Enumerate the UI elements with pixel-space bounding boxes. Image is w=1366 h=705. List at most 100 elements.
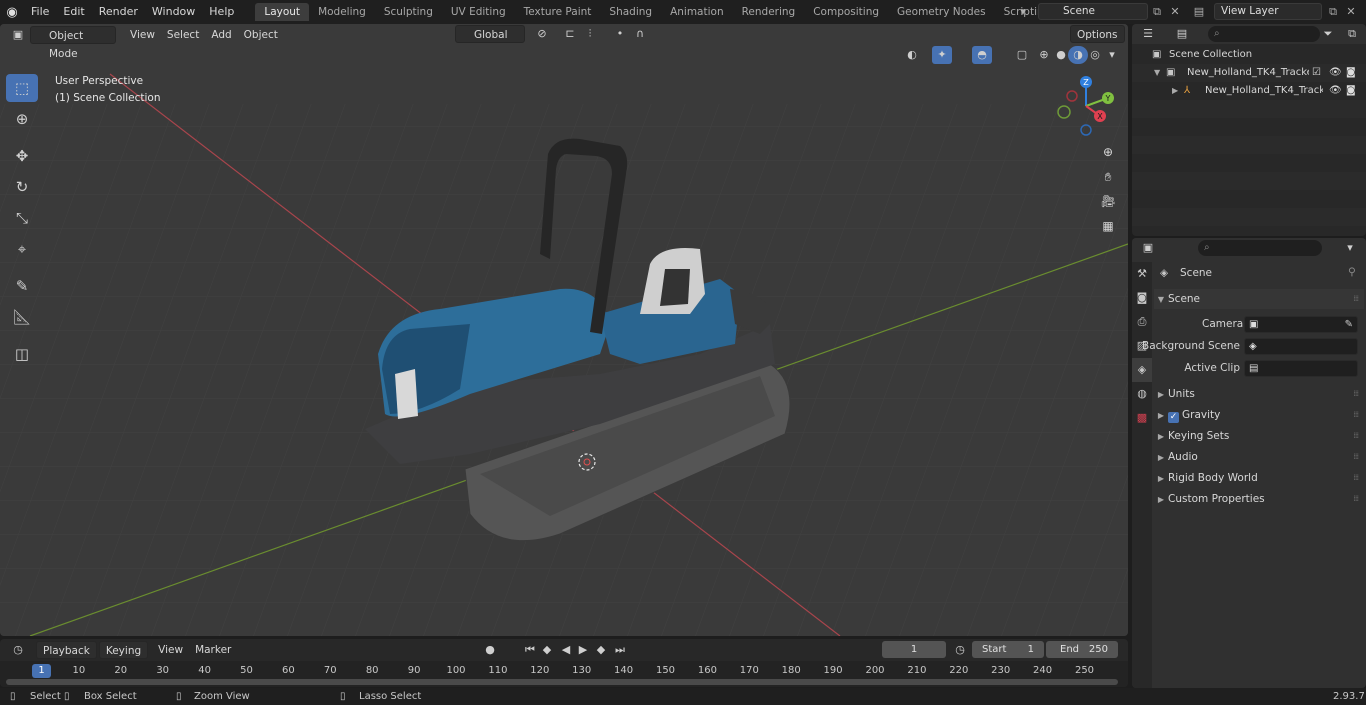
tab-layout[interactable]: Layout bbox=[255, 3, 310, 21]
tab-shading[interactable]: Shading bbox=[600, 3, 661, 21]
scene-selector-icon[interactable]: ▾ bbox=[1014, 3, 1032, 20]
visibility-eye-icon[interactable]: 👁︎ bbox=[1329, 64, 1342, 82]
custom-properties-grip-icon[interactable]: ⁞⁞⁞ bbox=[1353, 489, 1359, 509]
options-dropdown[interactable]: Options bbox=[1070, 25, 1125, 43]
snap-target-icon[interactable]: ⫶ bbox=[580, 25, 600, 43]
render-tab-icon[interactable]: ◙ bbox=[1132, 286, 1152, 310]
pivot-point-icon[interactable]: ⊘ bbox=[532, 25, 552, 43]
3d-viewport[interactable]: ▣ Object Mode View Select Add Object Glo… bbox=[0, 24, 1128, 636]
tab-modeling[interactable]: Modeling bbox=[309, 3, 375, 21]
select-box-tool-icon[interactable]: ⬚ bbox=[6, 74, 38, 102]
background-scene-field[interactable]: ◈ bbox=[1244, 338, 1358, 355]
pin-icon[interactable]: ⚲ bbox=[1348, 266, 1356, 278]
eyedropper-icon[interactable]: ✎ bbox=[1345, 317, 1353, 332]
keying-sets-grip-icon[interactable]: ⁞⁞⁞ bbox=[1353, 426, 1359, 446]
auto-keying-icon[interactable]: ● bbox=[480, 641, 500, 659]
object-visibility-eye-icon[interactable]: 👁︎ bbox=[1329, 82, 1342, 100]
move-tool-icon[interactable]: ✥ bbox=[6, 142, 38, 170]
tab-geometry-nodes[interactable]: Geometry Nodes bbox=[888, 3, 995, 21]
camera-field[interactable]: ▣ ✎ bbox=[1244, 316, 1358, 333]
menu-edit[interactable]: Edit bbox=[56, 1, 91, 23]
menu-help[interactable]: Help bbox=[202, 1, 241, 23]
tab-uv-editing[interactable]: UV Editing bbox=[442, 3, 515, 21]
tool-tab-icon[interactable]: ⚒ bbox=[1132, 262, 1152, 286]
expand-arrow-icon[interactable]: ▶ bbox=[1172, 82, 1178, 100]
rigid-body-grip-icon[interactable]: ⁞⁞⁞ bbox=[1353, 468, 1359, 488]
annotate-tool-icon[interactable]: ✎ bbox=[6, 272, 38, 300]
outliner-editor-type-icon[interactable]: ☰ bbox=[1138, 25, 1158, 43]
scale-tool-icon[interactable]: ⤡ bbox=[6, 204, 38, 232]
gizmo-toggle-icon[interactable]: ✦ bbox=[932, 46, 952, 64]
custom-properties-panel-header[interactable]: ▶ Custom Properties ⁞⁞⁞ bbox=[1154, 489, 1364, 509]
scene-name-field[interactable]: Scene bbox=[1038, 3, 1148, 20]
units-panel-header[interactable]: ▶ Units ⁞⁞⁞ bbox=[1154, 384, 1364, 404]
visibility-selector-icon[interactable]: ◐ bbox=[902, 46, 922, 64]
transform-orientation-dropdown[interactable]: Global bbox=[455, 25, 525, 43]
camera-view-icon[interactable]: 🎥︎ bbox=[1097, 190, 1119, 212]
properties-editor-type-icon[interactable]: ▣ bbox=[1138, 239, 1158, 257]
menu-file[interactable]: File bbox=[24, 1, 56, 23]
timeline-editor-type-icon[interactable]: ◷ bbox=[8, 641, 28, 659]
scene-panel-grip-icon[interactable]: ⁞⁞⁞ bbox=[1353, 289, 1359, 309]
outliner-scene-collection-row[interactable]: ▣ Scene Collection bbox=[1132, 46, 1366, 64]
gravity-checkbox[interactable]: ✓ bbox=[1168, 412, 1179, 423]
jump-end-icon[interactable]: ⏭ bbox=[610, 641, 630, 659]
display-mode-icon[interactable]: ▤ bbox=[1172, 25, 1192, 43]
gravity-panel-header[interactable]: ▶ ✓ Gravity ⁞⁞⁞ bbox=[1154, 405, 1364, 425]
add-cube-tool-icon[interactable]: ◫ bbox=[6, 340, 38, 368]
texture-tab-icon[interactable]: ▩ bbox=[1132, 406, 1152, 430]
outliner-search-input[interactable]: ⌕ bbox=[1208, 26, 1320, 42]
falloff-icon[interactable]: ∩ bbox=[630, 25, 650, 43]
properties-options-icon[interactable]: ▾ bbox=[1340, 239, 1360, 257]
rotate-tool-icon[interactable]: ↻ bbox=[6, 173, 38, 201]
next-keyframe-icon[interactable]: ◆ bbox=[591, 641, 611, 659]
mode-selector[interactable]: Object Mode bbox=[30, 26, 116, 60]
timeline-scrollbar[interactable] bbox=[6, 679, 1118, 685]
blender-logo-icon[interactable]: ◉ bbox=[0, 0, 24, 24]
snap-icon[interactable]: ⊏ bbox=[560, 25, 580, 43]
ortho-toggle-icon[interactable]: ▦ bbox=[1097, 215, 1119, 237]
scene-tab-icon[interactable]: ◈ bbox=[1132, 358, 1152, 382]
collapse-arrow-icon[interactable]: ▼ bbox=[1154, 64, 1160, 82]
view-layer-field[interactable]: View Layer bbox=[1214, 3, 1322, 20]
keying-sets-panel-header[interactable]: ▶ Keying Sets ⁞⁞⁞ bbox=[1154, 426, 1364, 446]
playhead[interactable]: 1 bbox=[32, 664, 51, 678]
tab-compositing[interactable]: Compositing bbox=[804, 3, 888, 21]
view-layer-selector-icon[interactable]: ▤ bbox=[1190, 3, 1208, 20]
new-collection-icon[interactable]: ⧉ bbox=[1342, 25, 1362, 43]
menu-render[interactable]: Render bbox=[92, 1, 145, 23]
tab-animation[interactable]: Animation bbox=[661, 3, 733, 21]
playback-menu[interactable]: Playback bbox=[36, 641, 97, 659]
pan-view-icon[interactable]: ✋︎ bbox=[1097, 166, 1119, 188]
object-render-camera-icon[interactable]: ◙ bbox=[1346, 82, 1356, 100]
exclude-checkbox-icon[interactable]: ☑ bbox=[1312, 64, 1321, 82]
tab-sculpting[interactable]: Sculpting bbox=[375, 3, 442, 21]
menu-add[interactable]: Add bbox=[205, 26, 237, 44]
audio-panel-header[interactable]: ▶ Audio ⁞⁞⁞ bbox=[1154, 447, 1364, 467]
end-frame-field[interactable]: End 250 bbox=[1046, 641, 1118, 658]
shading-options-icon[interactable]: ▾ bbox=[1102, 46, 1122, 64]
new-view-layer-icon[interactable]: ⧉ bbox=[1324, 3, 1342, 20]
units-grip-icon[interactable]: ⁞⁞⁞ bbox=[1353, 384, 1359, 404]
outliner-collection-row[interactable]: ▼ ▣ New_Holland_TK4_Tracked_T ☑ 👁︎ ◙ bbox=[1132, 64, 1366, 82]
start-frame-field[interactable]: Start 1 bbox=[972, 641, 1044, 658]
proportional-edit-icon[interactable]: • bbox=[610, 25, 630, 43]
filter-icon[interactable]: ⏷ bbox=[1318, 25, 1338, 43]
keying-menu[interactable]: Keying bbox=[98, 641, 149, 659]
play-icon[interactable]: ▶ bbox=[573, 641, 593, 659]
current-frame-field[interactable]: 1 bbox=[882, 641, 946, 658]
prev-keyframe-icon[interactable]: ◆ bbox=[537, 641, 557, 659]
delete-scene-icon[interactable]: ✕ bbox=[1166, 3, 1184, 20]
overlay-toggle-icon[interactable]: ◓ bbox=[972, 46, 992, 64]
measure-tool-icon[interactable]: 📐︎ bbox=[6, 303, 38, 331]
outliner-object-row[interactable]: ▶ ⅄ New_Holland_TK4_Tracke 👁︎ ◙ bbox=[1132, 82, 1366, 100]
menu-view[interactable]: View bbox=[124, 26, 161, 44]
render-camera-icon[interactable]: ◙ bbox=[1346, 64, 1356, 82]
new-scene-icon[interactable]: ⧉ bbox=[1148, 3, 1166, 20]
gravity-grip-icon[interactable]: ⁞⁞⁞ bbox=[1353, 405, 1359, 425]
zoom-view-icon[interactable]: ⊕ bbox=[1097, 141, 1119, 163]
preview-range-icon[interactable]: ◷ bbox=[950, 641, 970, 659]
menu-object[interactable]: Object bbox=[238, 26, 284, 44]
tab-rendering[interactable]: Rendering bbox=[733, 3, 805, 21]
menu-window[interactable]: Window bbox=[145, 1, 202, 23]
